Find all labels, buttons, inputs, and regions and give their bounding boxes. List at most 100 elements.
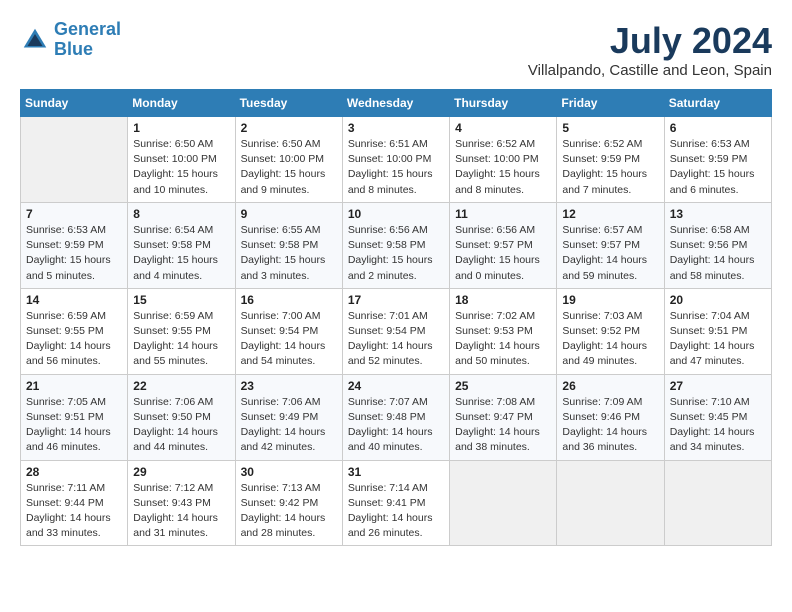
day-number: 10 xyxy=(348,207,444,221)
calendar-cell: 26Sunrise: 7:09 AM Sunset: 9:46 PM Dayli… xyxy=(557,374,664,460)
calendar-cell: 28Sunrise: 7:11 AM Sunset: 9:44 PM Dayli… xyxy=(21,460,128,546)
day-detail: Sunrise: 6:58 AM Sunset: 9:56 PM Dayligh… xyxy=(670,223,766,284)
day-detail: Sunrise: 6:59 AM Sunset: 9:55 PM Dayligh… xyxy=(133,309,229,370)
calendar-cell xyxy=(21,117,128,203)
day-number: 2 xyxy=(241,121,337,135)
day-number: 5 xyxy=(562,121,658,135)
day-number: 12 xyxy=(562,207,658,221)
calendar-cell: 8Sunrise: 6:54 AM Sunset: 9:58 PM Daylig… xyxy=(128,202,235,288)
calendar-cell: 21 Sunrise: 7:05 AM Sunset: 9:51 PM Dayli… xyxy=(21,374,128,460)
calendar-cell: 2Sunrise: 6:50 AM Sunset: 10:00 PM Dayli… xyxy=(235,117,342,203)
day-detail: Sunrise: 6:52 AM Sunset: 9:59 PM Dayligh… xyxy=(562,137,658,198)
day-number: 22 xyxy=(133,379,229,393)
calendar-header-row: SundayMondayTuesdayWednesdayThursdayFrid… xyxy=(21,90,772,117)
calendar-cell: 13 Sunrise: 6:58 AM Sunset: 9:56 PM Dayli… xyxy=(664,202,771,288)
day-detail: Sunrise: 7:14 AM Sunset: 9:41 PM Dayligh… xyxy=(348,481,444,542)
calendar-cell: 14Sunrise: 6:59 AM Sunset: 9:55 PM Dayli… xyxy=(21,288,128,374)
day-detail: Sunrise: 7:06 AM Sunset: 9:50 PM Dayligh… xyxy=(133,395,229,456)
day-detail: Sunrise: 7:12 AM Sunset: 9:43 PM Dayligh… xyxy=(133,481,229,542)
day-detail: Sunrise: 7:01 AM Sunset: 9:54 PM Dayligh… xyxy=(348,309,444,370)
day-detail: Sunrise: 7:06 AM Sunset: 9:49 PM Dayligh… xyxy=(241,395,337,456)
day-number: 20 xyxy=(670,293,766,307)
day-detail: Sunrise: 6:53 AM Sunset: 9:59 PM Dayligh… xyxy=(26,223,122,284)
day-detail: Sunrise: 6:56 AM Sunset: 9:58 PM Dayligh… xyxy=(348,223,444,284)
day-number: 18 xyxy=(455,293,551,307)
calendar-cell: 6 Sunrise: 6:53 AM Sunset: 9:59 PM Daylig… xyxy=(664,117,771,203)
calendar-cell: 24 Sunrise: 7:07 AM Sunset: 9:48 PM Dayli… xyxy=(342,374,449,460)
day-detail: Sunrise: 6:56 AM Sunset: 9:57 PM Dayligh… xyxy=(455,223,551,284)
day-detail: Sunrise: 6:50 AM Sunset: 10:00 PM Daylig… xyxy=(133,137,229,198)
weekday-header: Wednesday xyxy=(342,90,449,117)
day-detail: Sunrise: 7:00 AM Sunset: 9:54 PM Dayligh… xyxy=(241,309,337,370)
weekday-header: Sunday xyxy=(21,90,128,117)
day-number: 24 xyxy=(348,379,444,393)
calendar-week-row: 21 Sunrise: 7:05 AM Sunset: 9:51 PM Dayli… xyxy=(21,374,772,460)
calendar-cell: 29 Sunrise: 7:12 AM Sunset: 9:43 PM Dayli… xyxy=(128,460,235,546)
day-detail: Sunrise: 7:08 AM Sunset: 9:47 PM Dayligh… xyxy=(455,395,551,456)
calendar-cell: 17 Sunrise: 7:01 AM Sunset: 9:54 PM Dayli… xyxy=(342,288,449,374)
logo-text: General Blue xyxy=(54,20,121,60)
day-number: 9 xyxy=(241,207,337,221)
day-number: 26 xyxy=(562,379,658,393)
day-number: 6 xyxy=(670,121,766,135)
calendar-cell xyxy=(557,460,664,546)
day-detail: Sunrise: 7:07 AM Sunset: 9:48 PM Dayligh… xyxy=(348,395,444,456)
day-detail: Sunrise: 7:05 AM Sunset: 9:51 PM Dayligh… xyxy=(26,395,122,456)
day-number: 25 xyxy=(455,379,551,393)
logo: General Blue xyxy=(20,20,121,60)
calendar-week-row: 1 Sunrise: 6:50 AM Sunset: 10:00 PM Dayli… xyxy=(21,117,772,203)
calendar-cell: 15 Sunrise: 6:59 AM Sunset: 9:55 PM Dayli… xyxy=(128,288,235,374)
day-number: 31 xyxy=(348,465,444,479)
day-number: 29 xyxy=(133,465,229,479)
day-detail: Sunrise: 6:54 AM Sunset: 9:58 PM Dayligh… xyxy=(133,223,229,284)
title-block: July 2024 Villalpando, Castille and Leon… xyxy=(528,20,772,79)
calendar-cell: 16 Sunrise: 7:00 AM Sunset: 9:54 PM Dayli… xyxy=(235,288,342,374)
calendar-cell: 19Sunrise: 7:03 AM Sunset: 9:52 PM Dayli… xyxy=(557,288,664,374)
weekday-header: Tuesday xyxy=(235,90,342,117)
day-number: 15 xyxy=(133,293,229,307)
logo-line1: General xyxy=(54,19,121,39)
weekday-header: Monday xyxy=(128,90,235,117)
day-detail: Sunrise: 7:02 AM Sunset: 9:53 PM Dayligh… xyxy=(455,309,551,370)
calendar-cell: 12 Sunrise: 6:57 AM Sunset: 9:57 PM Dayli… xyxy=(557,202,664,288)
day-detail: Sunrise: 6:55 AM Sunset: 9:58 PM Dayligh… xyxy=(241,223,337,284)
day-detail: Sunrise: 6:52 AM Sunset: 10:00 PM Daylig… xyxy=(455,137,551,198)
day-number: 17 xyxy=(348,293,444,307)
calendar-table: SundayMondayTuesdayWednesdayThursdayFrid… xyxy=(20,89,772,546)
day-detail: Sunrise: 6:57 AM Sunset: 9:57 PM Dayligh… xyxy=(562,223,658,284)
calendar-cell: 27 Sunrise: 7:10 AM Sunset: 9:45 PM Dayli… xyxy=(664,374,771,460)
calendar-cell: 4Sunrise: 6:52 AM Sunset: 10:00 PM Dayli… xyxy=(450,117,557,203)
day-number: 16 xyxy=(241,293,337,307)
day-number: 13 xyxy=(670,207,766,221)
calendar-cell: 7 Sunrise: 6:53 AM Sunset: 9:59 PM Daylig… xyxy=(21,202,128,288)
calendar-cell: 18 Sunrise: 7:02 AM Sunset: 9:53 PM Dayli… xyxy=(450,288,557,374)
day-number: 14 xyxy=(26,293,122,307)
day-number: 27 xyxy=(670,379,766,393)
day-number: 7 xyxy=(26,207,122,221)
calendar-cell: 25 Sunrise: 7:08 AM Sunset: 9:47 PM Dayli… xyxy=(450,374,557,460)
day-detail: Sunrise: 7:04 AM Sunset: 9:51 PM Dayligh… xyxy=(670,309,766,370)
calendar-cell: 10 Sunrise: 6:56 AM Sunset: 9:58 PM Dayli… xyxy=(342,202,449,288)
calendar-week-row: 7 Sunrise: 6:53 AM Sunset: 9:59 PM Daylig… xyxy=(21,202,772,288)
day-number: 1 xyxy=(133,121,229,135)
day-number: 28 xyxy=(26,465,122,479)
calendar-cell: 30Sunrise: 7:13 AM Sunset: 9:42 PM Dayli… xyxy=(235,460,342,546)
location-title: Villalpando, Castille and Leon, Spain xyxy=(528,62,772,79)
calendar-cell: 1 Sunrise: 6:50 AM Sunset: 10:00 PM Dayli… xyxy=(128,117,235,203)
weekday-header: Thursday xyxy=(450,90,557,117)
day-number: 30 xyxy=(241,465,337,479)
calendar-cell: 9 Sunrise: 6:55 AM Sunset: 9:58 PM Daylig… xyxy=(235,202,342,288)
calendar-week-row: 14 Sunrise: 6:59 AM Sunset: 9:55 PM Dayli… xyxy=(21,288,772,374)
month-title: July 2024 xyxy=(528,20,772,62)
calendar-cell: 23 Sunrise: 7:06 AM Sunset: 9:49 PM Dayli… xyxy=(235,374,342,460)
logo-line2: Blue xyxy=(54,39,93,59)
page-header: General Blue July 2024 Villalpando, Cast… xyxy=(20,20,772,79)
day-detail: Sunrise: 6:53 AM Sunset: 9:59 PM Dayligh… xyxy=(670,137,766,198)
calendar-cell: 31 Sunrise: 7:14 AM Sunset: 9:41 PM Dayli… xyxy=(342,460,449,546)
weekday-header: Saturday xyxy=(664,90,771,117)
day-number: 23 xyxy=(241,379,337,393)
day-detail: Sunrise: 7:10 AM Sunset: 9:45 PM Dayligh… xyxy=(670,395,766,456)
calendar-cell: 22 Sunrise: 7:06 AM Sunset: 9:50 PM Dayli… xyxy=(128,374,235,460)
day-number: 3 xyxy=(348,121,444,135)
day-number: 21 xyxy=(26,379,122,393)
